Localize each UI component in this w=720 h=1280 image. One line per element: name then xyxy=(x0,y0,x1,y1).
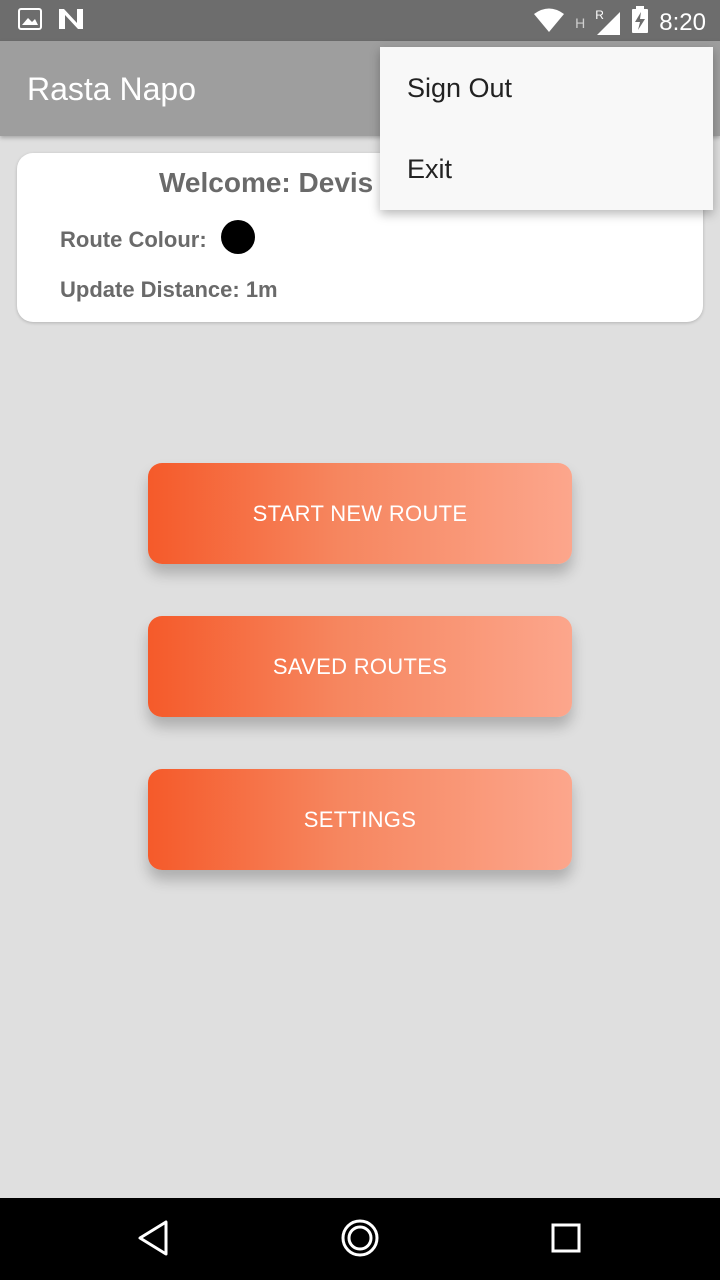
update-distance-label: Update Distance: 1m xyxy=(60,277,278,302)
n-icon xyxy=(58,8,84,35)
status-bar: H R 8:20 xyxy=(0,0,720,41)
network-type-indicator: H xyxy=(575,14,586,31)
route-colour-swatch xyxy=(221,220,255,254)
battery-charging-icon xyxy=(631,6,649,39)
overflow-menu: Sign Out Exit xyxy=(380,47,713,210)
back-icon[interactable] xyxy=(136,1218,170,1263)
settings-button[interactable]: SETTINGS xyxy=(148,769,572,870)
start-new-route-button[interactable]: START NEW ROUTE xyxy=(148,463,572,564)
status-time: 8:20 xyxy=(659,8,706,36)
signal-icon: R xyxy=(595,8,621,36)
menu-item-exit[interactable]: Exit xyxy=(407,154,452,185)
status-left-icons xyxy=(18,8,84,35)
home-icon[interactable] xyxy=(340,1218,380,1263)
wifi-icon xyxy=(533,7,565,38)
menu-item-sign-out[interactable]: Sign Out xyxy=(407,73,512,104)
recents-icon[interactable] xyxy=(548,1218,584,1263)
status-right-icons: H R 8:20 xyxy=(533,6,706,39)
image-icon xyxy=(18,8,42,35)
navigation-bar xyxy=(0,1198,720,1280)
route-colour-label: Route Colour: xyxy=(60,227,207,252)
welcome-text: Welcome: Devis xyxy=(159,167,374,198)
saved-routes-button[interactable]: SAVED ROUTES xyxy=(148,616,572,717)
app-title: Rasta Napo xyxy=(27,71,196,107)
